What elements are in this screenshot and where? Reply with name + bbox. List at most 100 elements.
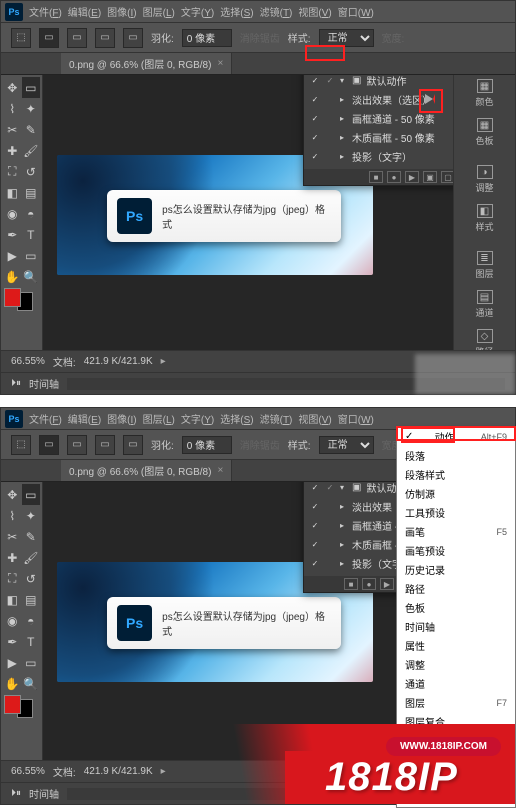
heal-tool-icon[interactable]: ✚ — [3, 547, 22, 568]
feather-input[interactable] — [182, 29, 232, 47]
eraser-tool-icon[interactable]: ◧ — [3, 182, 22, 203]
blur-tool-icon[interactable]: ◉ — [3, 610, 22, 631]
hand-tool-icon[interactable]: ✋ — [3, 266, 22, 287]
color-panel-icon[interactable]: ▦颜色 — [460, 79, 510, 108]
marquee-intersect-icon[interactable]: ▭ — [123, 435, 143, 455]
move-tool-icon[interactable]: ✥ — [3, 484, 22, 505]
dodge-tool-icon[interactable]: ◓ — [22, 203, 41, 224]
check-icon[interactable] — [310, 95, 320, 105]
timeline-toggle-icon[interactable]: ⏵⏸ — [11, 378, 21, 389]
wand-tool-icon[interactable]: ✦ — [22, 505, 41, 526]
canvas[interactable]: Ps ps怎么设置默认存储为jpg（jpeg）格式 历史记录 动作 ▾▣默认动作… — [43, 75, 453, 372]
heal-tool-icon[interactable]: ✚ — [3, 140, 22, 161]
lasso-tool-icon[interactable]: ⌇ — [3, 98, 22, 119]
hand-tool-icon[interactable]: ✋ — [3, 673, 22, 694]
marquee-rect-icon[interactable]: ▭ — [39, 435, 59, 455]
channels-panel-icon[interactable]: ▤通道 — [460, 290, 510, 319]
action-row[interactable]: ▸木质画框 - 50 像素 — [307, 128, 453, 147]
wand-tool-icon[interactable]: ✦ — [22, 98, 41, 119]
marquee-rect-icon[interactable]: ▭ — [39, 28, 59, 48]
menu-item[interactable]: 图层F7 — [397, 693, 515, 712]
menu-item[interactable]: 时间轴 — [397, 617, 515, 636]
shape-tool-icon[interactable]: ▭ — [22, 245, 41, 266]
feather-input[interactable] — [182, 436, 232, 454]
marquee-tool-icon[interactable]: ▭ — [22, 77, 41, 98]
eyedropper-tool-icon[interactable]: ✎ — [22, 119, 41, 140]
pen-tool-icon[interactable]: ✒ — [3, 631, 22, 652]
eyedropper-tool-icon[interactable]: ✎ — [22, 526, 41, 547]
menu-file[interactable]: 文件(F) — [29, 411, 62, 426]
tool-preset-icon[interactable]: ⬚ — [11, 435, 31, 455]
menu-item[interactable]: 段落 — [397, 446, 515, 465]
marquee-add-icon[interactable]: ▭ — [67, 28, 87, 48]
menu-type[interactable]: 文字(Y) — [181, 4, 214, 19]
swatches-panel-icon[interactable]: ▦色板 — [460, 118, 510, 147]
menu-edit[interactable]: 编辑(E) — [68, 4, 101, 19]
new-action-icon[interactable]: ▢ — [441, 171, 453, 183]
menu-item[interactable]: 画笔预设 — [397, 541, 515, 560]
type-tool-icon[interactable]: T — [22, 631, 41, 652]
path-select-tool-icon[interactable]: ▶ — [3, 245, 22, 266]
menu-item[interactable]: 色板 — [397, 598, 515, 617]
marquee-add-icon[interactable]: ▭ — [67, 435, 87, 455]
gradient-tool-icon[interactable]: ▤ — [22, 182, 41, 203]
menu-file[interactable]: 文件(F) — [29, 4, 62, 19]
document-tab[interactable]: 0.png @ 66.6% (图层 0, RGB/8) × — [61, 53, 232, 74]
marquee-intersect-icon[interactable]: ▭ — [123, 28, 143, 48]
tool-preset-icon[interactable]: ⬚ — [11, 28, 31, 48]
style-select[interactable]: 正常 — [319, 29, 374, 47]
history-brush-tool-icon[interactable]: ↺ — [22, 161, 41, 182]
new-set-icon[interactable]: ▣ — [423, 171, 437, 183]
menu-layer[interactable]: 图层(L) — [143, 4, 175, 19]
menu-item[interactable]: 属性 — [397, 636, 515, 655]
check-icon[interactable] — [310, 152, 320, 162]
crop-tool-icon[interactable]: ✂ — [3, 119, 22, 140]
menu-select[interactable]: 选择(S) — [220, 411, 253, 426]
styles-panel-icon[interactable]: ◧样式 — [460, 204, 510, 233]
menu-filter[interactable]: 滤镜(T) — [260, 411, 293, 426]
dodge-tool-icon[interactable]: ◓ — [22, 610, 41, 631]
crop-tool-icon[interactable]: ✂ — [3, 526, 22, 547]
menu-item[interactable]: 画笔F5 — [397, 522, 515, 541]
document-tab[interactable]: 0.png @ 66.6% (图层 0, RGB/8) × — [61, 460, 232, 481]
menu-image[interactable]: 图像(I) — [107, 4, 136, 19]
record-icon[interactable]: ● — [387, 171, 401, 183]
eraser-tool-icon[interactable]: ◧ — [3, 589, 22, 610]
menu-layer[interactable]: 图层(L) — [143, 411, 175, 426]
menu-item[interactable]: 工具预设 — [397, 503, 515, 522]
stop-icon[interactable]: ■ — [369, 171, 383, 183]
play-action-icon[interactable] — [425, 94, 435, 104]
zoom-display[interactable]: 66.55% — [11, 766, 45, 777]
type-tool-icon[interactable]: T — [22, 224, 41, 245]
play-icon[interactable]: ▶ — [380, 578, 394, 590]
layers-panel-icon[interactable]: ≣图层 — [460, 251, 510, 280]
marquee-sub-icon[interactable]: ▭ — [95, 28, 115, 48]
gradient-tool-icon[interactable]: ▤ — [22, 589, 41, 610]
foreground-color-swatch[interactable] — [4, 288, 21, 307]
lasso-tool-icon[interactable]: ⌇ — [3, 505, 22, 526]
menu-type[interactable]: 文字(Y) — [181, 411, 214, 426]
move-tool-icon[interactable]: ✥ — [3, 77, 22, 98]
check-icon[interactable] — [310, 540, 320, 550]
menu-view[interactable]: 视图(V) — [298, 4, 331, 19]
pen-tool-icon[interactable]: ✒ — [3, 224, 22, 245]
play-icon[interactable]: ▶ — [405, 171, 419, 183]
marquee-sub-icon[interactable]: ▭ — [95, 435, 115, 455]
menu-filter[interactable]: 滤镜(T) — [260, 4, 293, 19]
menu-item[interactable]: 仿制源 — [397, 484, 515, 503]
stamp-tool-icon[interactable]: ⛶ — [3, 161, 22, 182]
brush-tool-icon[interactable]: 🖌 — [22, 140, 41, 161]
dialog-toggle-icon[interactable] — [325, 76, 335, 86]
menu-select[interactable]: 选择(S) — [220, 4, 253, 19]
menu-image[interactable]: 图像(I) — [107, 411, 136, 426]
check-icon[interactable] — [310, 76, 320, 86]
check-icon[interactable] — [310, 502, 320, 512]
marquee-tool-icon[interactable]: ▭ — [22, 484, 41, 505]
history-brush-tool-icon[interactable]: ↺ — [22, 568, 41, 589]
action-folder-row[interactable]: ▾▣默认动作 — [307, 75, 453, 90]
shape-tool-icon[interactable]: ▭ — [22, 652, 41, 673]
check-icon[interactable] — [310, 133, 320, 143]
menu-item[interactable]: 调整 — [397, 655, 515, 674]
timeline-toggle-icon[interactable]: ⏵⏸ — [11, 788, 21, 799]
menu-window[interactable]: 窗口(W) — [338, 4, 374, 19]
